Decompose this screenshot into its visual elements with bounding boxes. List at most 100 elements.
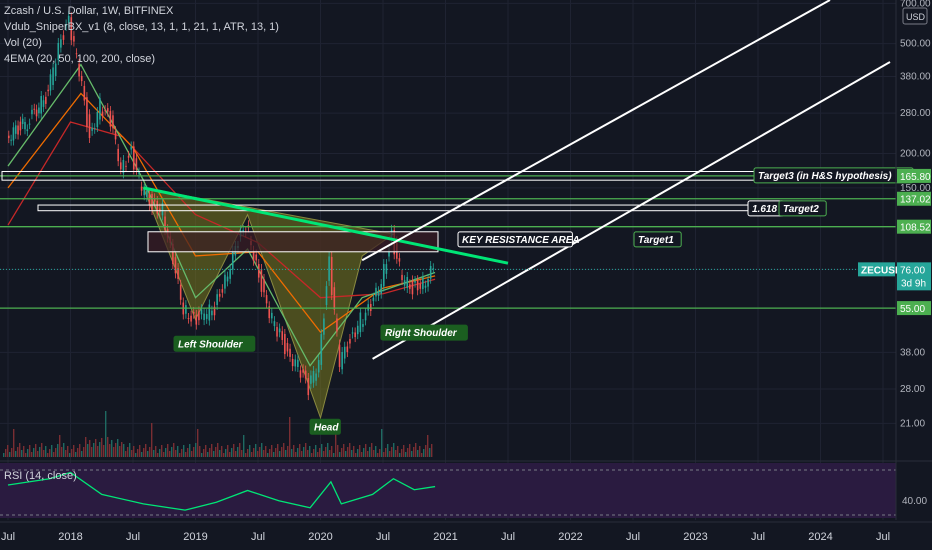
candle-body: [341, 352, 343, 370]
volume-bar: [429, 448, 431, 457]
volume-bar: [223, 453, 225, 457]
time-tick-2018[interactable]: 2018: [58, 531, 82, 543]
volume-bar: [191, 451, 193, 457]
volume-bar: [119, 446, 121, 457]
volume-bar: [9, 452, 11, 457]
level-tag-text-137.02: 137.02: [900, 195, 931, 206]
candle-body: [310, 375, 312, 384]
time-tick-Jul[interactable]: Jul: [626, 531, 640, 543]
time-tick-Jul[interactable]: Jul: [751, 531, 765, 543]
volume-bar: [51, 445, 53, 457]
volume-bar: [69, 453, 71, 457]
volume-bar: [35, 444, 37, 457]
volume-bar: [369, 447, 371, 457]
candle-body: [205, 314, 208, 319]
candle-body: [10, 139, 12, 141]
time-tick-2022[interactable]: 2022: [558, 531, 582, 543]
candle-body: [143, 189, 146, 196]
time-tick-Jul[interactable]: Jul: [376, 531, 390, 543]
volume-bar: [305, 443, 307, 457]
candle-body: [117, 148, 119, 162]
candle-body: [208, 304, 211, 321]
volume-bar: [327, 443, 329, 457]
volume-bar: [421, 453, 423, 457]
candle-body: [414, 280, 416, 283]
time-tick-Jul[interactable]: Jul: [501, 531, 515, 543]
chart-legend: Zcash / U.S. Dollar, 1W, BITFINEX Vdub_S…: [4, 3, 279, 67]
time-tick-2020[interactable]: 2020: [308, 531, 332, 543]
volume-bar: [141, 452, 143, 457]
volume-bar: [329, 450, 331, 457]
volume-bar: [375, 446, 377, 457]
candle-body: [200, 309, 203, 315]
candle-body: [362, 324, 364, 327]
time-tick-Jul[interactable]: Jul: [876, 531, 890, 543]
volume-bar: [361, 452, 363, 457]
volume-bar: [423, 449, 425, 457]
candle-body: [130, 146, 132, 150]
volume-bar: [427, 435, 429, 457]
rsi-tick: 40.00: [902, 496, 927, 507]
volume-bar: [155, 446, 157, 457]
volume-bar: [249, 445, 251, 457]
volume-bar: [371, 443, 373, 457]
candle-body: [385, 264, 388, 274]
time-tick-2024[interactable]: 2024: [808, 531, 832, 543]
volume-bar: [25, 453, 27, 457]
candle-body: [383, 264, 385, 287]
candle-body: [226, 276, 229, 282]
volume-bar: [415, 443, 417, 457]
volume-bar: [89, 440, 91, 457]
volume-bar: [245, 453, 247, 457]
candle-body: [349, 338, 351, 344]
volume-bar: [187, 448, 189, 457]
candle-body: [297, 359, 299, 367]
rsi-legend[interactable]: RSI (14, close): [4, 470, 77, 482]
time-tick-Jul[interactable]: Jul: [251, 531, 265, 543]
candle-body: [403, 280, 406, 286]
indicator-sniper[interactable]: Vdub_SniperBX_v1 (8, close, 13, 1, 1, 21…: [4, 19, 279, 35]
time-tick-2019[interactable]: 2019: [183, 531, 207, 543]
time-tick-Jul[interactable]: Jul: [1, 531, 15, 543]
volume-bar: [425, 445, 427, 457]
candle-body: [38, 107, 40, 114]
volume-bar: [17, 447, 19, 457]
volume-bar: [273, 452, 275, 457]
candle-body: [221, 289, 224, 293]
volume-bar: [355, 453, 357, 457]
candle-body: [86, 97, 88, 128]
volume-bar: [353, 446, 355, 457]
time-tick-2021[interactable]: 2021: [433, 531, 457, 543]
volume-bar: [13, 429, 15, 457]
price-chart[interactable]: Target3 (in H&S hypothesis) 1.618 Target2 T…: [0, 0, 932, 550]
price-tick-200.00: 200.00: [900, 148, 931, 159]
candle-body: [33, 108, 36, 110]
volume-bar: [93, 443, 95, 457]
candle-body: [119, 162, 122, 170]
time-tick-Jul[interactable]: Jul: [126, 531, 140, 543]
volume-bar: [111, 440, 113, 457]
candle-body: [159, 208, 161, 212]
price-tick-21.00: 21.00: [900, 418, 925, 429]
volume-bar: [147, 451, 149, 457]
volume-bar: [331, 446, 333, 457]
candle-body: [140, 186, 143, 191]
volume-bar: [173, 443, 175, 457]
candle-body: [203, 313, 205, 321]
price-tick-500.00: 500.00: [900, 39, 931, 50]
volume-bar: [99, 442, 101, 457]
volume-bar: [401, 449, 403, 457]
candle-body: [367, 304, 369, 311]
volume-bar: [81, 451, 83, 457]
indicator-volume[interactable]: Vol (20): [4, 35, 279, 51]
candle-body: [372, 297, 375, 302]
candle-body: [401, 274, 403, 281]
candle-body: [291, 358, 294, 367]
symbol-title[interactable]: Zcash / U.S. Dollar, 1W, BITFINEX: [4, 3, 279, 19]
volume-bar: [313, 449, 315, 457]
volume-bar: [377, 453, 379, 457]
indicator-ema[interactable]: 4EMA (20, 50, 100, 200, close): [4, 51, 279, 67]
time-tick-2023[interactable]: 2023: [683, 531, 707, 543]
volume-bar: [123, 444, 125, 457]
volume-bar: [15, 451, 17, 457]
